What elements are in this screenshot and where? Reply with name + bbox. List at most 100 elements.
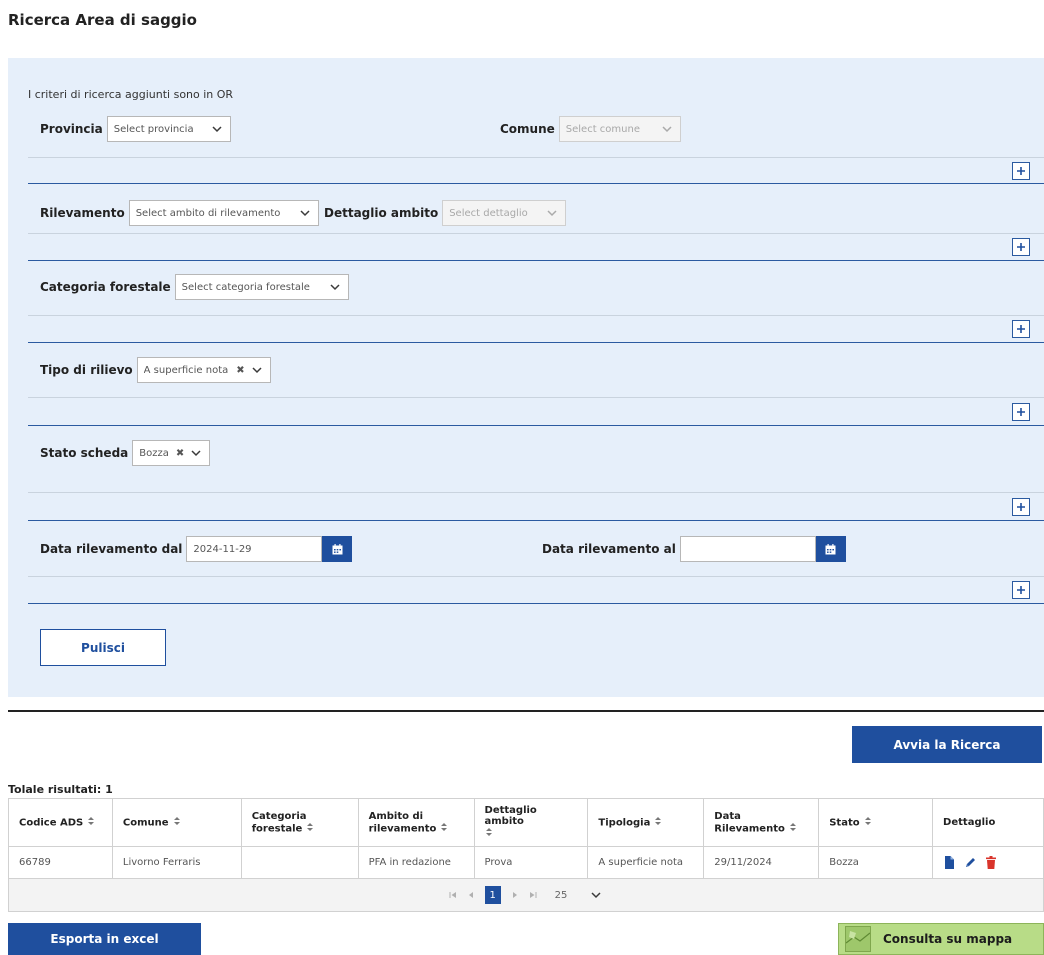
results-total: Tolale risultati: 1: [8, 783, 113, 796]
column-header-ambito[interactable]: Ambito di rilevamento: [357, 798, 475, 847]
current-page[interactable]: 1: [484, 886, 501, 904]
chevron-down-icon: [210, 122, 224, 136]
page-size-value: 25: [554, 889, 568, 901]
clear-button[interactable]: Pulisci: [40, 629, 166, 666]
column-header-label: Comune: [122, 817, 169, 829]
data-dal-input[interactable]: 2024-11-29: [186, 536, 323, 562]
divider: [28, 260, 1044, 261]
dettaglio-ambito-field: Dettaglio ambito Select dettaglio: [324, 200, 567, 226]
provincia-select[interactable]: Select provincia: [106, 116, 231, 142]
column-header-codice[interactable]: Codice ADS: [8, 798, 113, 847]
data-al-input[interactable]: [679, 536, 816, 562]
sort-icon[interactable]: [173, 816, 181, 829]
data-al-label: Data rilevamento al: [542, 542, 676, 556]
cell-stato: Bozza: [818, 846, 934, 879]
dettaglio-ambito-placeholder: Select dettaglio: [449, 207, 528, 219]
column-header-data[interactable]: Data Rilevamento: [703, 798, 820, 847]
sort-icon[interactable]: [654, 816, 662, 829]
divider: [28, 157, 1044, 158]
divider: [28, 425, 1044, 426]
calendar-button[interactable]: [322, 536, 353, 562]
sort-icon[interactable]: [789, 822, 797, 835]
provincia-placeholder: Select provincia: [113, 123, 194, 135]
data-al-field: Data rilevamento al: [542, 536, 846, 562]
export-excel-button[interactable]: Esporta in excel: [8, 923, 201, 955]
comune-select[interactable]: Select comune: [558, 116, 681, 142]
column-header-stato[interactable]: Stato: [818, 798, 934, 847]
column-header-label: Dettaglio ambito: [484, 805, 537, 827]
rilevamento-select[interactable]: Select ambito di rilevamento: [128, 200, 319, 226]
tipo-rilievo-select[interactable]: A superficie nota ✖: [136, 357, 271, 383]
column-header-label: Categoria forestale: [251, 810, 307, 835]
divider: [28, 397, 1044, 398]
divider: [28, 233, 1044, 234]
search-criteria-note: I criteri di ricerca aggiunti sono in OR: [28, 88, 234, 101]
column-header-dettaglio-ambito[interactable]: Dettaglio ambito: [473, 798, 589, 847]
cell-codice: 66789: [8, 846, 113, 879]
map-button[interactable]: Consulta su mappa: [838, 923, 1044, 955]
next-page-icon[interactable]: [511, 891, 519, 899]
divider: [28, 315, 1044, 316]
add-criteria-button[interactable]: [1012, 238, 1030, 256]
stato-scheda-select[interactable]: Bozza ✖: [132, 440, 211, 466]
map-button-label: Consulta su mappa: [883, 932, 1013, 946]
data-dal-label: Data rilevamento dal: [40, 542, 183, 556]
chevron-down-icon: [298, 206, 312, 220]
plus-icon: [1017, 408, 1025, 416]
page-size-select[interactable]: 25: [555, 888, 604, 902]
sort-icon[interactable]: [440, 822, 448, 835]
sort-icon[interactable]: [485, 827, 493, 840]
chevron-down-icon: [250, 363, 264, 377]
dettaglio-ambito-select[interactable]: Select dettaglio: [442, 200, 567, 226]
cell-ambito: PFA in redazione: [357, 846, 475, 879]
chevron-down-icon: [189, 446, 203, 460]
sort-icon[interactable]: [87, 816, 95, 829]
page-title: Ricerca Area di saggio: [8, 11, 197, 29]
prev-page-icon[interactable]: [467, 891, 475, 899]
cell-dettaglio-ambito: Prova: [473, 846, 589, 879]
categoria-forestale-select[interactable]: Select categoria forestale: [174, 274, 349, 300]
last-page-icon[interactable]: [529, 891, 537, 899]
divider: [28, 492, 1044, 493]
add-criteria-button[interactable]: [1012, 403, 1030, 421]
table-row: 66789 Livorno Ferraris PFA in redazione …: [8, 846, 1044, 879]
search-filters-panel: I criteri di ricerca aggiunti sono in OR…: [8, 58, 1044, 697]
divider: [28, 576, 1044, 577]
add-criteria-button[interactable]: [1012, 162, 1030, 180]
column-header-categoria[interactable]: Categoria forestale: [240, 798, 359, 847]
sort-icon[interactable]: [306, 822, 314, 835]
column-header-tipologia[interactable]: Tipologia: [587, 798, 705, 847]
clear-icon[interactable]: ✖: [236, 365, 244, 376]
categoria-forestale-label: Categoria forestale: [40, 280, 171, 294]
tipo-rilievo-value: A superficie nota: [143, 364, 229, 376]
pager-cell: 1 25: [8, 878, 1044, 912]
comune-field: Comune Select comune: [500, 116, 681, 142]
pager-row: 1 25: [8, 878, 1044, 912]
add-criteria-button[interactable]: [1012, 320, 1030, 338]
plus-icon: [1017, 325, 1025, 333]
clear-icon[interactable]: ✖: [176, 448, 184, 459]
stato-scheda-label: Stato scheda: [40, 446, 129, 460]
cell-comune: Livorno Ferraris: [111, 846, 242, 879]
document-icon[interactable]: [943, 856, 955, 869]
first-page-icon[interactable]: [449, 891, 457, 899]
cell-categoria: [240, 846, 359, 879]
sort-icon[interactable]: [864, 816, 872, 829]
calendar-button[interactable]: [815, 536, 846, 562]
trash-icon[interactable]: [985, 856, 997, 869]
rilevamento-field: Rilevamento Select ambito di rilevamento: [40, 200, 319, 226]
add-criteria-button[interactable]: [1012, 581, 1030, 599]
search-button[interactable]: Avvia la Ricerca: [852, 726, 1042, 763]
pencil-icon[interactable]: [964, 856, 976, 869]
add-criteria-button[interactable]: [1012, 498, 1030, 516]
chevron-down-icon: [545, 206, 559, 220]
plus-icon: [1017, 243, 1025, 251]
stato-scheda-field: Stato scheda Bozza ✖: [40, 440, 211, 466]
results-table: Codice ADS Comune Categoria forestale Am…: [8, 798, 1044, 912]
plus-icon: [1017, 586, 1025, 594]
provincia-field: Provincia Select provincia: [40, 116, 231, 142]
chevron-down-icon: [589, 888, 603, 902]
comune-label: Comune: [500, 122, 555, 136]
column-header-comune[interactable]: Comune: [111, 798, 242, 847]
section-separator: [8, 710, 1044, 712]
